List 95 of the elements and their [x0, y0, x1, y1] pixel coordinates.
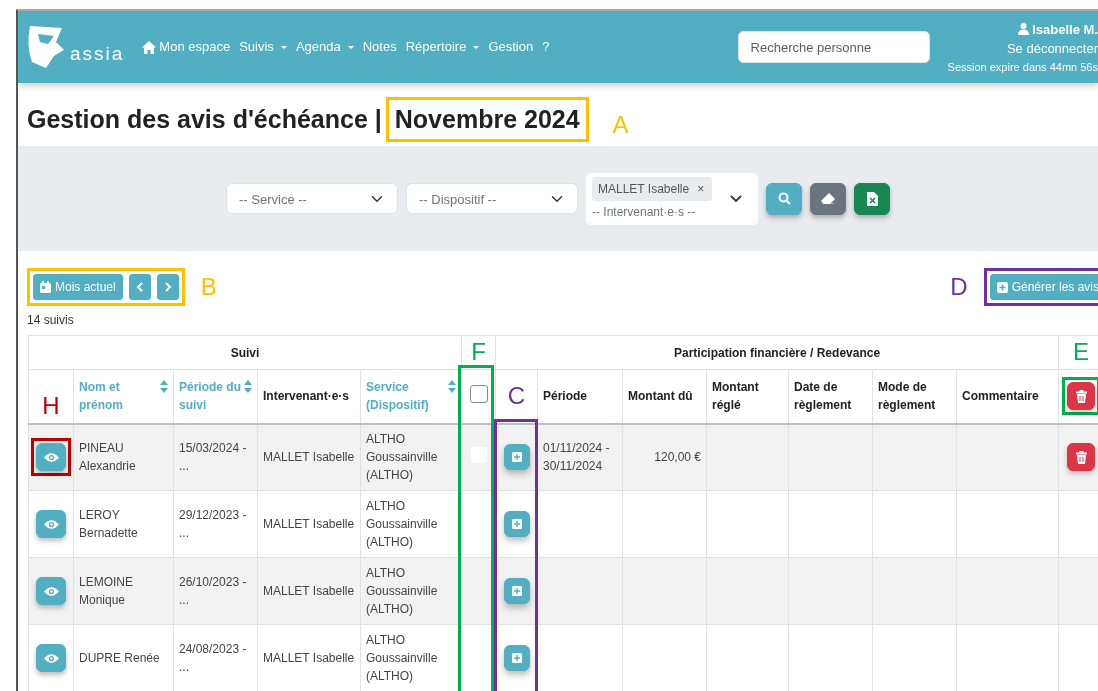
session-timer: Session expire dans 44mn 56s	[947, 59, 1098, 75]
table-cell: ALTHO Goussainville (ALTHO)	[366, 499, 438, 549]
nav-link[interactable]: Notes	[362, 37, 397, 57]
current-month-button[interactable]: Mois actuel	[33, 274, 123, 300]
annotation-letter: B	[200, 275, 217, 299]
table-cell: 24/08/2023 - ...	[179, 642, 247, 674]
plus-square-icon	[511, 519, 522, 529]
nav-link[interactable]: Gestion	[488, 37, 534, 57]
plus-square-icon	[511, 653, 522, 663]
brand-name: assia	[70, 41, 125, 66]
logo-icon	[26, 24, 66, 70]
column-header: Intervenant·e·s	[263, 389, 350, 404]
user-icon	[1018, 22, 1030, 35]
add-button[interactable]	[503, 578, 530, 604]
table-cell: 26/10/2023 - ...	[179, 575, 247, 607]
page-title: Gestion des avis d'échéance |	[27, 103, 382, 135]
group-header: Participation financière / Redevance	[495, 335, 1059, 370]
nav-link[interactable]: Agenda	[295, 37, 354, 57]
result-count: 14 suivis	[27, 312, 75, 329]
chevron-down-icon	[730, 194, 742, 203]
table-cell: PINEAU Alexandrie	[79, 441, 136, 474]
table-cell: MALLET Isabelle	[263, 651, 355, 665]
table-cell: LEROY Bernadette	[79, 508, 138, 540]
home-icon	[142, 40, 157, 54]
tag-remove[interactable]: ×	[697, 178, 705, 199]
view-button[interactable]	[36, 644, 66, 672]
sort-icon	[160, 380, 168, 394]
export-button[interactable]	[854, 182, 890, 215]
plus-square-icon	[511, 452, 522, 463]
chevron-left-icon	[135, 282, 144, 292]
table-cell: LEMOINE Monique	[79, 575, 133, 607]
add-button[interactable]	[503, 645, 530, 671]
annotation-letter: C	[507, 381, 526, 409]
logout-link[interactable]: Se déconnecter	[947, 38, 1098, 58]
generate-button[interactable]: Générer les avis	[989, 274, 1098, 300]
annotation-letter: E	[1073, 338, 1090, 365]
nav-link[interactable]: Suivis	[239, 37, 287, 57]
column-header: Montant réglé	[712, 380, 759, 413]
column-header: Période	[543, 389, 587, 404]
eye-icon	[43, 585, 59, 597]
sort-icon	[244, 380, 252, 394]
nav-link[interactable]: ?	[542, 37, 550, 57]
next-month-button[interactable]	[156, 274, 179, 300]
add-button[interactable]	[503, 511, 530, 537]
eye-icon	[43, 451, 59, 463]
table-cell: MALLET Isabelle	[263, 584, 355, 598]
search-button[interactable]	[766, 182, 802, 215]
eye-icon	[43, 518, 59, 530]
trash-icon	[1075, 389, 1087, 403]
select-field[interactable]: -- Dispositif --	[406, 183, 578, 214]
spreadsheet-file-icon	[866, 191, 878, 206]
plus-square-icon	[511, 586, 522, 596]
add-button[interactable]	[503, 444, 530, 471]
table-cell: 120,00 €	[654, 450, 701, 465]
nav-link[interactable]: Répertoire	[405, 37, 480, 57]
table-cell: ALTHO Goussainville (ALTHO)	[366, 633, 438, 683]
user-name[interactable]: Isabelle M.	[947, 19, 1098, 39]
view-button[interactable]	[36, 510, 66, 538]
previous-month-button[interactable]	[128, 274, 151, 300]
tag-label: MALLET Isabelle	[598, 180, 690, 198]
view-button[interactable]	[36, 577, 66, 605]
delete-button[interactable]	[1067, 443, 1096, 472]
table-cell: ALTHO Goussainville (ALTHO)	[366, 566, 438, 616]
table-cell: DUPRE Renée	[79, 651, 160, 665]
nav-link[interactable]: Mon espace	[142, 37, 231, 57]
calendar-icon	[40, 281, 51, 293]
eye-icon	[43, 652, 59, 664]
sort-icon	[448, 380, 456, 394]
group-header: Suivi	[28, 335, 462, 370]
plus-square-icon	[996, 281, 1008, 293]
eraser-icon	[821, 193, 835, 204]
chevron-right-icon	[163, 282, 172, 292]
table-cell: ALTHO Goussainville (ALTHO)	[366, 432, 438, 483]
multiselect-placeholder: -- Intervenant·e·s --	[592, 203, 697, 221]
table-cell: MALLET Isabelle	[263, 517, 355, 531]
column-header: Montant dû	[628, 389, 693, 404]
table-cell: 15/03/2024 - ...	[179, 441, 247, 474]
column-header: Date de règlement	[794, 380, 852, 413]
month-title: Novembre 2024	[385, 97, 589, 142]
checkbox[interactable]	[469, 384, 488, 403]
select-field[interactable]: -- Service --	[226, 183, 398, 214]
table-cell: 01/11/2024 - 30/11/2024	[543, 441, 610, 474]
annotation-letter: A	[612, 112, 629, 137]
column-header: Mode de règlement	[878, 380, 936, 413]
clear-button[interactable]	[810, 182, 846, 215]
multiselect-field[interactable]: MALLET Isabelle × -- Intervenant·e·s --	[586, 172, 758, 225]
trash-icon	[1075, 450, 1087, 464]
table-cell: MALLET Isabelle	[263, 450, 355, 465]
annotation-letter: H	[42, 391, 60, 419]
search-field[interactable]: Recherche personne	[737, 31, 930, 63]
column-header: Commentaire	[962, 389, 1039, 404]
annotation-letter: D	[950, 275, 968, 299]
annotation-letter: F	[471, 338, 486, 365]
search-icon	[777, 192, 791, 205]
table-cell: 29/12/2023 - ...	[179, 508, 247, 540]
